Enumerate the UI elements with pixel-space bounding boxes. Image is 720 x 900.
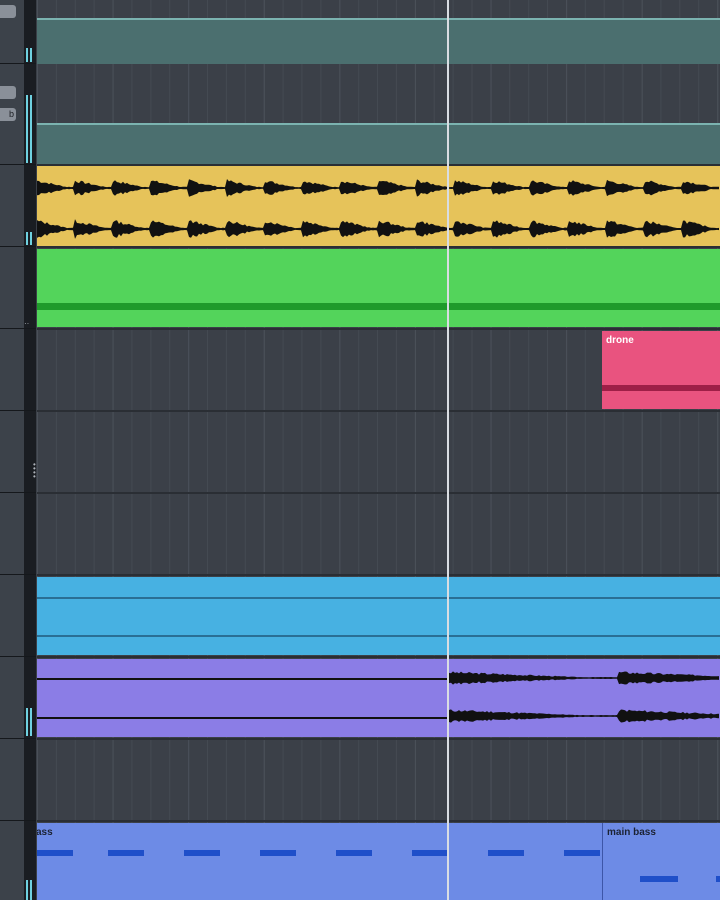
automation-clip[interactable] [37,18,720,64]
track-divider [0,820,36,821]
track-lane[interactable]: ass main bass [37,821,720,900]
main-bass-clip[interactable]: main bass [602,823,720,900]
waveform-line [37,717,447,719]
midi-clip[interactable] [37,249,720,327]
bass-note [37,850,73,856]
level-meter [30,95,32,163]
track-divider [0,738,36,739]
grip-dots-icon: ·· [24,319,30,328]
track-lane[interactable] [37,247,720,329]
waveform-shape [37,179,719,197]
lane-divider [37,574,720,576]
level-meter [26,232,28,245]
track-button[interactable]: b [0,108,16,121]
playhead[interactable] [447,0,449,900]
track-divider [0,328,36,329]
audio-clip[interactable] [37,659,720,737]
track-divider [0,574,36,575]
track-lane[interactable] [37,411,720,493]
waveform-shape [449,671,719,685]
track-divider [0,410,36,411]
bass-note [412,850,448,856]
bass-clip[interactable]: ass [37,823,602,900]
track-lane[interactable]: drone [37,329,720,411]
track-lane[interactable] [37,575,720,657]
waveform [37,671,719,723]
track-divider [0,164,36,165]
note-bar [602,385,720,391]
waveform [37,179,719,239]
lane-divider [37,246,720,248]
note-pattern [37,850,600,856]
waveform-shape [449,709,719,723]
track-lane[interactable] [37,64,720,165]
track-divider [0,492,36,493]
track-lane[interactable] [37,739,720,821]
bass-note [108,850,144,856]
level-meter [30,880,32,900]
note-line [37,597,720,599]
daw-arrangement-view: b • • • • ·· drone ass main bass [0,0,720,900]
bass-note [564,850,600,856]
track-button[interactable] [0,86,16,99]
bass-note [716,876,720,882]
note-pattern [640,876,720,882]
clip-label: drone [606,335,634,346]
automation-clip[interactable] [37,123,720,165]
midi-clip[interactable] [37,577,720,655]
track-lane[interactable] [37,493,720,575]
track-header-strip[interactable] [0,0,24,900]
note-bar [37,303,720,310]
note-line [37,635,720,637]
lane-divider [37,492,720,494]
audio-clip[interactable] [37,166,720,246]
lane-divider [37,410,720,412]
bass-note [488,850,524,856]
arrangement-timeline[interactable]: drone ass main bass [37,0,720,900]
track-button[interactable] [0,5,16,18]
track-lane[interactable] [37,165,720,247]
drone-clip[interactable]: drone [602,331,720,409]
level-meter [30,708,32,736]
lane-divider [37,820,720,822]
level-meter [30,232,32,245]
track-divider [0,246,36,247]
bass-note [336,850,372,856]
track-divider [0,63,36,64]
bass-note [184,850,220,856]
grip-dots-icon[interactable]: • • • • [33,461,36,481]
level-meter [30,48,32,62]
bass-note [260,850,296,856]
track-lane[interactable] [37,657,720,739]
waveform-shape [37,219,719,239]
level-meter [26,880,28,900]
level-meter [26,48,28,62]
level-meter [26,95,28,163]
lane-divider [37,328,720,330]
lane-divider [37,738,720,740]
bass-note [640,876,678,882]
lane-divider [37,164,720,166]
waveform-line [37,678,447,680]
level-meter [26,708,28,736]
track-lane[interactable] [37,0,720,64]
lane-divider [37,656,720,658]
track-divider [0,656,36,657]
